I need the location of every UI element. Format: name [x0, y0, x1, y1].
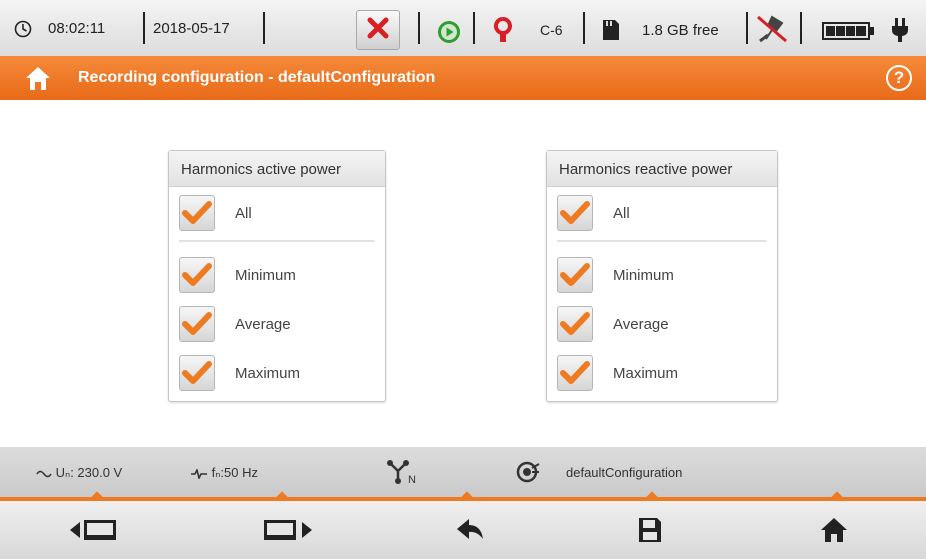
checkbox-row-average[interactable]: Average — [179, 304, 291, 344]
separator — [418, 12, 420, 44]
divider — [179, 240, 375, 242]
checkbox-maximum[interactable] — [179, 355, 215, 391]
stop-recording-icon — [367, 17, 389, 44]
separator — [263, 12, 265, 44]
status-time: 08:02:11 — [48, 20, 106, 37]
checkbox-all[interactable] — [557, 195, 593, 231]
checkbox-row-all[interactable]: All — [179, 193, 252, 233]
checkbox-minimum[interactable] — [179, 257, 215, 293]
usb-disconnected-icon — [756, 13, 790, 50]
back-arrow-icon — [457, 519, 483, 539]
clamp-icon — [492, 16, 514, 49]
checkmark-icon — [560, 312, 590, 335]
separator — [473, 12, 475, 44]
separator — [746, 12, 748, 44]
back-button[interactable] — [440, 512, 500, 548]
checkmark-icon — [560, 201, 590, 224]
storage-free: 1.8 GB free — [642, 22, 719, 39]
status-bar: 08:02:11 2018-05-17 C-6 1.8 GB free — [0, 0, 926, 56]
nominal-voltage: Uₙ: 230.0 V — [55, 465, 123, 480]
status-date: 2018-05-17 — [153, 20, 230, 37]
checkbox-row-average[interactable]: Average — [557, 304, 669, 344]
checkmark-icon — [182, 201, 212, 224]
checkmark-icon — [182, 263, 212, 286]
checkbox-label: Average — [613, 315, 669, 333]
title-bar: Recording configuration - defaultConfigu… — [0, 56, 926, 100]
checkbox-row-minimum[interactable]: Minimum — [557, 255, 674, 295]
divider — [557, 240, 767, 242]
checkmark-icon — [560, 361, 590, 384]
stop-recording-button[interactable] — [356, 10, 400, 50]
page-title: Recording configuration - defaultConfigu… — [78, 69, 436, 86]
checkbox-minimum[interactable] — [557, 257, 593, 293]
checkbox-label: Minimum — [613, 266, 674, 284]
power-plug-icon — [890, 17, 910, 48]
previous-screen-icon — [70, 520, 116, 540]
next-screen-icon — [264, 520, 312, 540]
ac-wave-icon — [36, 470, 52, 477]
help-icon[interactable]: ? — [886, 65, 912, 91]
harmonics-active-power-panel: Harmonics active power All Minimum Avera… — [168, 150, 386, 402]
checkbox-label: Minimum — [235, 266, 296, 284]
checkmark-icon — [560, 263, 590, 286]
checkbox-average[interactable] — [179, 306, 215, 342]
checkbox-row-minimum[interactable]: Minimum — [179, 255, 296, 295]
frequency-info: fₙ:50 Hz — [190, 465, 258, 481]
checkbox-all[interactable] — [179, 195, 215, 231]
checkbox-row-maximum[interactable]: Maximum — [557, 353, 678, 393]
separator — [143, 12, 145, 44]
panel-header: Harmonics reactive power — [547, 151, 777, 187]
save-button[interactable] — [620, 512, 680, 548]
home-icon[interactable] — [24, 65, 52, 96]
home-icon — [821, 518, 847, 542]
checkbox-label: Average — [235, 315, 291, 333]
clamp-name: C-6 — [540, 22, 563, 38]
clock-icon — [14, 20, 32, 43]
bottom-toolbar — [0, 501, 926, 559]
checkmark-icon — [182, 312, 212, 335]
checkbox-label: All — [235, 204, 252, 222]
network-type-icon: N — [386, 459, 422, 488]
save-icon — [639, 518, 661, 542]
checkmark-icon — [182, 361, 212, 384]
voltage-info: Uₙ: 230.0 V — [36, 465, 122, 481]
checkbox-average[interactable] — [557, 306, 593, 342]
frequency-wave-icon — [191, 467, 207, 480]
home-button[interactable] — [804, 512, 864, 548]
info-bar: Uₙ: 230.0 V fₙ:50 Hz N defaultConfigurat… — [0, 447, 926, 497]
sd-card-icon — [601, 18, 621, 47]
checkbox-row-maximum[interactable]: Maximum — [179, 353, 300, 393]
play-icon[interactable] — [437, 20, 461, 49]
separator — [583, 12, 585, 44]
checkbox-row-all[interactable]: All — [557, 193, 630, 233]
checkbox-label: All — [613, 204, 630, 222]
next-screen-button[interactable] — [256, 512, 316, 548]
checkbox-maximum[interactable] — [557, 355, 593, 391]
separator — [800, 12, 802, 44]
config-name: defaultConfiguration — [566, 465, 683, 480]
nominal-frequency: fₙ:50 Hz — [211, 465, 258, 480]
checkbox-label: Maximum — [613, 364, 679, 382]
checkbox-label: Maximum — [235, 364, 301, 382]
network-symbol: N — [408, 474, 416, 485]
harmonics-reactive-power-panel: Harmonics reactive power All Minimum Ave… — [546, 150, 778, 402]
battery-icon — [822, 22, 876, 45]
panel-header: Harmonics active power — [169, 151, 385, 187]
config-icon — [516, 460, 540, 487]
previous-screen-button[interactable] — [66, 512, 126, 548]
